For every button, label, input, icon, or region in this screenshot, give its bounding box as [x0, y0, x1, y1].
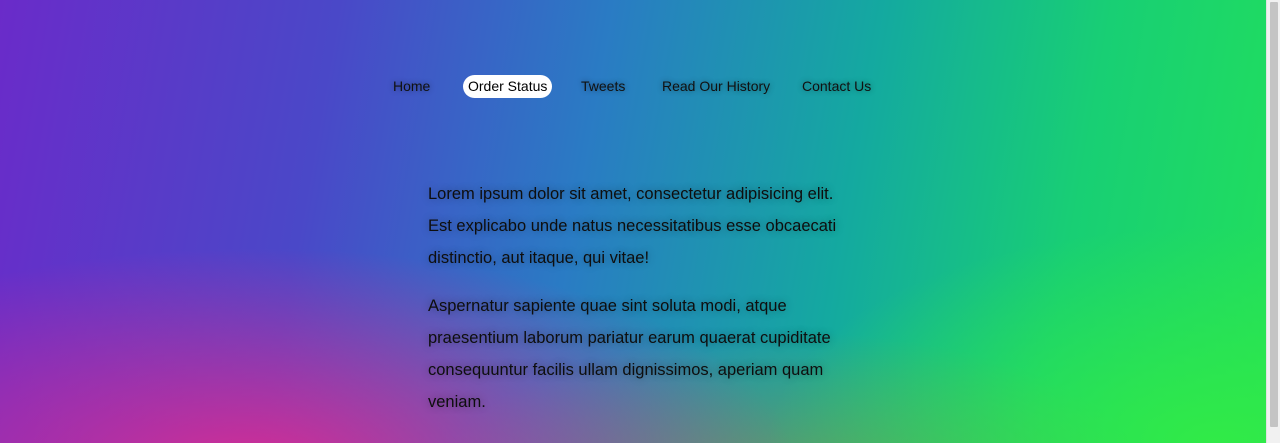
- nav-item-contact-us[interactable]: Contact Us: [797, 75, 876, 98]
- nav-item-read-our-history[interactable]: Read Our History: [657, 75, 775, 98]
- vertical-scrollbar[interactable]: [1266, 0, 1280, 443]
- nav-item-order-status[interactable]: Order Status: [463, 75, 553, 98]
- main-nav: Home Order Status Tweets Read Our Histor…: [0, 75, 1266, 98]
- nav-item-home[interactable]: Home: [388, 75, 435, 98]
- scrollbar-thumb[interactable]: [1270, 2, 1278, 427]
- page: Home Order Status Tweets Read Our Histor…: [0, 0, 1266, 443]
- main-content: Lorem ipsum dolor sit amet, consectetur …: [428, 178, 838, 434]
- content-paragraph: Lorem ipsum dolor sit amet, consectetur …: [428, 185, 837, 267]
- content-paragraph: Aspernatur sapiente quae sint soluta mod…: [428, 297, 831, 411]
- nav-item-tweets[interactable]: Tweets: [576, 75, 630, 98]
